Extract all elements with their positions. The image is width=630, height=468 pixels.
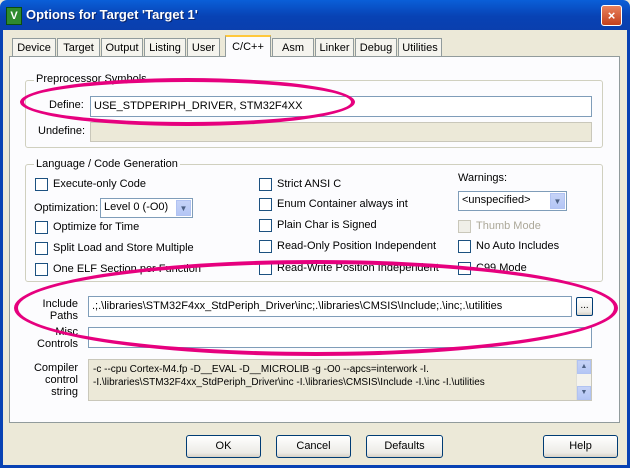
misc-controls-input[interactable] bbox=[88, 327, 592, 348]
compiler-line-1: -c --cpu Cortex-M4.fp -D__EVAL -D__MICRO… bbox=[93, 364, 429, 375]
execute-only-label: Execute-only Code bbox=[53, 178, 146, 190]
include-paths-input[interactable]: .;.\libraries\STM32F4xx_StdPeriph_Driver… bbox=[88, 296, 572, 317]
undefine-label: Undefine: bbox=[38, 125, 86, 137]
c99-mode-checkbox[interactable] bbox=[458, 262, 471, 275]
strict-ansi-checkbox[interactable] bbox=[259, 178, 272, 191]
language-group-label: Language / Code Generation bbox=[34, 158, 180, 170]
compiler-scrollbar[interactable]: ▲ ▼ bbox=[576, 360, 591, 400]
tab-debug[interactable]: Debug bbox=[355, 38, 397, 56]
compiler-label-line1: Compiler bbox=[33, 362, 78, 374]
split-load-checkbox[interactable] bbox=[35, 242, 48, 255]
optimize-time-label: Optimize for Time bbox=[53, 221, 140, 233]
ro-position-checkbox[interactable] bbox=[259, 240, 272, 253]
tab-utilities[interactable]: Utilities bbox=[398, 38, 442, 56]
one-elf-checkbox[interactable] bbox=[35, 263, 48, 276]
no-auto-includes-label: No Auto Includes bbox=[476, 240, 560, 252]
tab-listing[interactable]: Listing bbox=[144, 38, 186, 56]
define-input[interactable]: USE_STDPERIPH_DRIVER, STM32F4XX bbox=[90, 96, 592, 117]
window-title: Options for Target 'Target 1' bbox=[26, 7, 198, 22]
compiler-control-text: -c --cpu Cortex-M4.fp -D__EVAL -D__MICRO… bbox=[88, 359, 592, 401]
define-label: Define: bbox=[49, 99, 84, 111]
chevron-down-icon: ▼ bbox=[176, 200, 191, 216]
execute-only-checkbox[interactable] bbox=[35, 178, 48, 191]
enum-container-checkbox[interactable] bbox=[259, 198, 272, 211]
warnings-value: <unspecified> bbox=[462, 194, 531, 206]
defaults-button[interactable]: Defaults bbox=[366, 435, 443, 458]
close-button[interactable]: × bbox=[601, 5, 622, 26]
optimization-select[interactable]: Level 0 (-O0) ▼ bbox=[100, 198, 193, 218]
optimization-value: Level 0 (-O0) bbox=[104, 201, 169, 213]
rw-position-checkbox[interactable] bbox=[259, 262, 272, 275]
warnings-select[interactable]: <unspecified> ▼ bbox=[458, 191, 567, 211]
tab-c-cpp[interactable]: C/C++ bbox=[225, 35, 271, 57]
preprocessor-group-label: Preprocessor Symbols bbox=[34, 73, 149, 85]
app-icon: V bbox=[6, 7, 22, 25]
optimization-label: Optimization: bbox=[34, 202, 99, 214]
tab-output[interactable]: Output bbox=[101, 38, 143, 56]
plain-char-label: Plain Char is Signed bbox=[277, 219, 377, 231]
optimize-time-checkbox[interactable] bbox=[35, 221, 48, 234]
misc-controls-label: Misc Controls bbox=[30, 326, 78, 350]
warnings-label: Warnings: bbox=[458, 172, 508, 184]
strict-ansi-label: Strict ANSI C bbox=[277, 178, 342, 190]
scroll-down-icon[interactable]: ▼ bbox=[577, 386, 591, 400]
browse-include-button[interactable]: ... bbox=[576, 297, 593, 316]
thumb-mode-checkbox[interactable] bbox=[458, 220, 471, 233]
title-bar: V Options for Target 'Target 1' × bbox=[0, 0, 630, 30]
cancel-button[interactable]: Cancel bbox=[276, 435, 351, 458]
tab-device[interactable]: Device bbox=[12, 38, 56, 56]
c99-mode-label: C99 Mode bbox=[476, 262, 527, 274]
chevron-down-icon: ▼ bbox=[550, 193, 565, 209]
compiler-line-2: -I.\libraries\STM32F4xx_StdPeriph_Driver… bbox=[93, 377, 485, 388]
tab-linker[interactable]: Linker bbox=[315, 38, 354, 56]
ok-button[interactable]: OK bbox=[186, 435, 261, 458]
include-label-line2: Paths bbox=[49, 310, 78, 322]
ro-position-label: Read-Only Position Independent bbox=[277, 240, 436, 252]
include-label-line1: Include bbox=[42, 298, 78, 310]
tab-asm[interactable]: Asm bbox=[272, 38, 314, 56]
misc-label-line1: Misc bbox=[55, 326, 78, 338]
one-elf-label: One ELF Section per Function bbox=[53, 263, 201, 275]
undefine-input[interactable] bbox=[90, 122, 592, 142]
enum-container-label: Enum Container always int bbox=[277, 198, 408, 210]
help-button[interactable]: Help bbox=[543, 435, 618, 458]
no-auto-includes-checkbox[interactable] bbox=[458, 240, 471, 253]
compiler-label-line2: control bbox=[44, 374, 78, 386]
tab-user[interactable]: User bbox=[187, 38, 220, 56]
thumb-mode-label: Thumb Mode bbox=[476, 220, 541, 232]
close-icon: × bbox=[607, 8, 616, 23]
split-load-label: Split Load and Store Multiple bbox=[53, 242, 194, 254]
include-paths-label: Include Paths bbox=[30, 298, 78, 322]
plain-char-checkbox[interactable] bbox=[259, 219, 272, 232]
misc-label-line2: Controls bbox=[37, 338, 78, 350]
scroll-up-icon[interactable]: ▲ bbox=[577, 360, 591, 374]
compiler-control-label: Compiler control string bbox=[30, 362, 78, 398]
tab-target[interactable]: Target bbox=[57, 38, 100, 56]
compiler-label-line3: string bbox=[51, 386, 78, 398]
rw-position-label: Read-Write Position Independent bbox=[277, 262, 439, 274]
